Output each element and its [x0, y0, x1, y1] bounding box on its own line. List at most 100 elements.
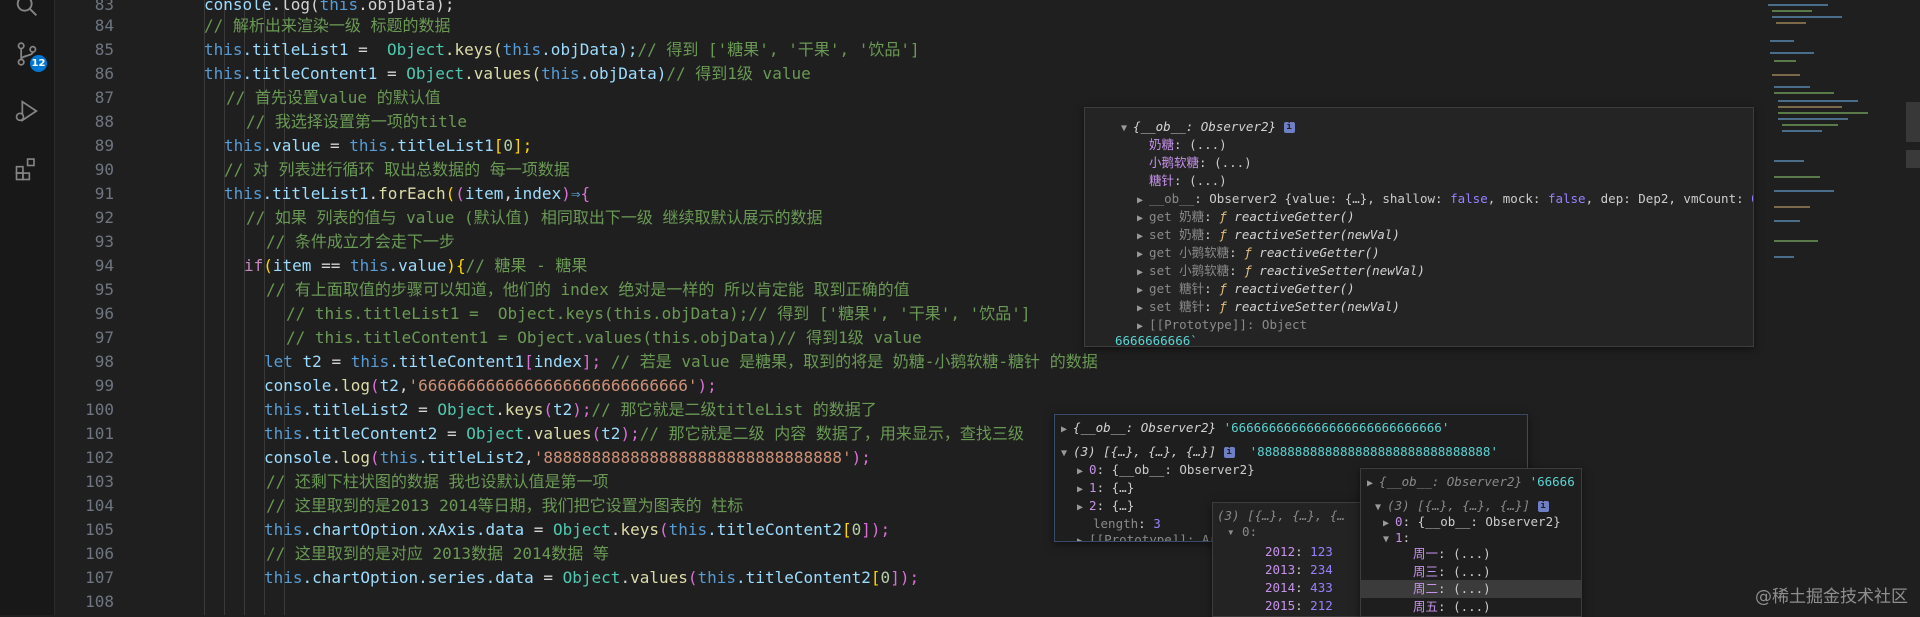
- line-number: 103: [85, 472, 114, 491]
- run-debug-icon[interactable]: [13, 97, 41, 125]
- code-token: .titleList1: [242, 40, 349, 59]
- console-text: {__ob__: Observer2}: [1073, 420, 1217, 435]
- line-number: 102: [85, 448, 114, 467]
- line-number: 90: [94, 160, 114, 179]
- console-property[interactable]: 2013: 234: [1265, 561, 1333, 579]
- console-accessor[interactable]: ▶ get 小鹅软糖: ƒ reactiveGetter(): [1137, 244, 1380, 262]
- code-line[interactable]: 105 this.chartOption.xAxis.data = Object.…: [54, 518, 1854, 542]
- console-key: __ob__: [1149, 191, 1195, 206]
- code-token: t2: [379, 376, 399, 395]
- console-text: '6666666666666666666666666666': [1223, 420, 1450, 435]
- console-property[interactable]: ▶ 0: {__ob__: Observer2}: [1077, 461, 1255, 479]
- code-line[interactable]: 108: [54, 590, 1854, 614]
- code-token: Object: [387, 40, 445, 59]
- console-value: reactiveSetter(newVal): [1259, 263, 1425, 278]
- code-token: this: [697, 568, 737, 587]
- console-property[interactable]: 2015: 212: [1265, 597, 1333, 615]
- code-token: (: [263, 256, 273, 275]
- code-line[interactable]: 107 this.chartOption.series.data = Object…: [54, 566, 1854, 590]
- code-token: (: [687, 568, 698, 587]
- console-text: [[Prototype]]: Object: [1149, 317, 1308, 332]
- console-property[interactable]: 周一: (...): [1413, 545, 1491, 563]
- console-log-entry[interactable]: ▶ {__ob__: Observer2} '66666: [1367, 473, 1575, 491]
- code-line[interactable]: 99 console.log(t2,'6666666666666666666666…: [54, 374, 1854, 398]
- code-comment: // 解析出来渲染一级 标题的数据: [204, 16, 451, 35]
- console-key: get: [1149, 209, 1172, 224]
- console-property[interactable]: 奶糖: (...): [1149, 136, 1227, 154]
- info-icon[interactable]: i: [1537, 501, 1549, 512]
- console-property[interactable]: 2014: 433: [1265, 579, 1333, 597]
- console-accessor[interactable]: ▶ set 小鹅软糖: ƒ reactiveSetter(newVal): [1137, 262, 1425, 280]
- code-token: .: [331, 376, 342, 395]
- code-token: ]);: [861, 520, 891, 539]
- line-number: 93: [94, 232, 114, 251]
- console-property[interactable]: ▼ 1:: [1383, 529, 1410, 547]
- devtools-console-array-4[interactable]: ▶ {__ob__: Observer2} '66666 ▼ (3) [{…},…: [1360, 468, 1582, 617]
- code-line[interactable]: 100 this.titleList2 = Object.keys(t2);// …: [54, 398, 1854, 422]
- info-icon[interactable]: i: [1283, 122, 1295, 133]
- devtools-console-object-1[interactable]: ▼ {__ob__: Observer2} i 奶糖: (...) 小鹅软糖: …: [1084, 107, 1754, 347]
- console-key: get: [1149, 281, 1172, 296]
- code-token: ,: [398, 376, 409, 395]
- code-line[interactable]: 85 this.titleList1 = Object.keys(this.obj…: [54, 38, 1854, 62]
- code-token: .xAxis: [418, 520, 476, 539]
- code-line[interactable]: 103 // 还剩下柱状图的数据 我也设默认值是第一项: [54, 470, 1854, 494]
- code-token: '8888888888888888888888888888888': [533, 448, 852, 467]
- code-line[interactable]: 86 this.titleContent1 = Object.values(thi…: [54, 62, 1854, 86]
- console-log-entry[interactable]: ▼ (3) [{…}, {…}, {…}] i '888888888888888…: [1061, 443, 1498, 461]
- code-token: console: [204, 0, 272, 14]
- console-property[interactable]: 周五: (...): [1413, 598, 1491, 616]
- console-property[interactable]: 糖针: (...): [1149, 172, 1227, 190]
- console-value: 123: [1310, 544, 1333, 559]
- search-icon[interactable]: [13, 0, 41, 20]
- code-comment: // 若是 value 是糖果，取到的将是 奶糖-小鹅软糖-糖针 的数据: [610, 352, 1098, 371]
- code-line[interactable]: 84 // 解析出来渲染一级 标题的数据: [54, 14, 1854, 38]
- console-key: 2012: [1265, 544, 1296, 559]
- console-object-header[interactable]: ▼ {__ob__: Observer2} i: [1121, 118, 1295, 136]
- console-value: {__ob__: Observer2}: [1417, 514, 1561, 529]
- scrollbar-thumb[interactable]: [1906, 102, 1920, 142]
- console-property[interactable]: ▶ 1: {…}: [1077, 479, 1134, 497]
- code-line[interactable]: 98 let t2 = this.titleContent1[index]; //…: [54, 350, 1854, 374]
- minimap[interactable]: [1760, 0, 1900, 615]
- minimap-line: [1778, 112, 1868, 114]
- devtools-console-array-3[interactable]: (3) [{…}, {…}, {… ▾ 0: 2012: 123 2013: 2…: [1212, 502, 1364, 617]
- code-token: console: [264, 376, 332, 395]
- code-line[interactable]: 101 this.titleContent2 = Object.values(t2…: [54, 422, 1854, 446]
- console-text: '8888888888888888888888888888888': [1249, 444, 1498, 459]
- console-value: {…}: [1111, 480, 1135, 495]
- console-value: {__ob__: Observer2}: [1111, 462, 1255, 477]
- console-value: {…}: [1111, 498, 1135, 513]
- code-token: .titleList2: [418, 448, 525, 467]
- code-token: .values(: [464, 64, 542, 83]
- console-property[interactable]: 周二: (...): [1413, 580, 1491, 598]
- minimap-line: [1778, 100, 1858, 102]
- code-line[interactable]: 106 // 这里取到的是对应 2013数据 2014数据 等: [54, 542, 1854, 566]
- code-token: this: [541, 64, 580, 83]
- console-accessor[interactable]: ▶ set 奶糖: ƒ reactiveSetter(newVal): [1137, 226, 1400, 244]
- code-line[interactable]: 104 // 这里取到的是2013 2014等日期，我们把它设置为图表的 柱标: [54, 494, 1854, 518]
- code-token: t2: [292, 352, 322, 371]
- console-property[interactable]: 小鹅软糖: (...): [1149, 154, 1252, 172]
- console-text: {__ob__: Observer2}: [1379, 474, 1523, 489]
- code-token: this: [224, 136, 263, 155]
- console-property[interactable]: ▾ 0:: [1227, 523, 1257, 541]
- console-property[interactable]: 周三: (...): [1413, 563, 1491, 581]
- code-comment: // 我选择设置第一项的title: [246, 112, 468, 131]
- code-line[interactable]: 102 console.log(this.titleList2,'88888888…: [54, 446, 1854, 470]
- extensions-icon[interactable]: [13, 155, 41, 183]
- console-property[interactable]: ▶ 2: {…}: [1077, 497, 1134, 515]
- code-comment: // 条件成立才会走下一步: [266, 232, 455, 251]
- code-token: (: [543, 400, 554, 419]
- console-log-entry[interactable]: ▶ {__ob__: Observer2} '66666666666666666…: [1061, 419, 1449, 437]
- code-token: this: [379, 448, 419, 467]
- console-key: 1: [1089, 480, 1097, 495]
- console-accessor[interactable]: ▶ get 糖针: ƒ reactiveGetter(): [1137, 280, 1355, 298]
- info-icon[interactable]: i: [1223, 447, 1235, 458]
- code-token: this: [319, 0, 359, 14]
- console-property[interactable]: ▶ __ob__: Observer2 {value: {…}, shallow…: [1137, 190, 1753, 208]
- code-comment: // 对 列表进行循环 取出总数据的 每一项数据: [224, 160, 570, 179]
- console-property[interactable]: 2012: 123: [1265, 543, 1333, 561]
- console-accessor[interactable]: ▶ get 奶糖: ƒ reactiveGetter(): [1137, 208, 1355, 226]
- console-accessor[interactable]: ▶ set 糖针: ƒ reactiveSetter(newVal): [1137, 298, 1400, 316]
